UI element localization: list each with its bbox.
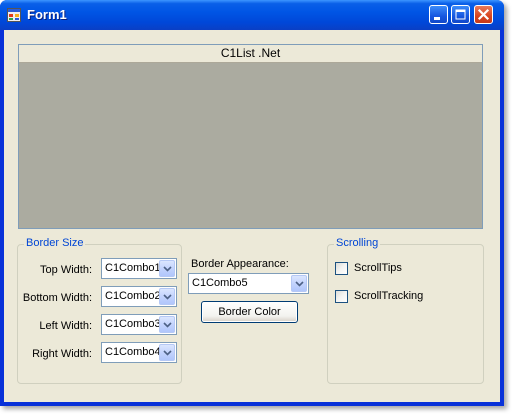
bottom-width-combo[interactable]: C1Combo2 xyxy=(101,286,177,307)
border-size-legend: Border Size xyxy=(24,237,86,249)
chevron-down-icon xyxy=(163,294,172,300)
bottom-width-combo-value: C1Combo2 xyxy=(105,290,161,302)
chevron-down-icon xyxy=(163,322,172,328)
chevron-down-icon xyxy=(295,281,304,287)
maximize-icon xyxy=(455,9,466,20)
border-appearance-combo[interactable]: C1Combo5 xyxy=(188,273,309,294)
form-window: Form1 C1List .Net Border Size Top Width:… xyxy=(0,0,504,406)
scrolltips-label[interactable]: ScrollTips xyxy=(354,262,402,274)
top-width-label: Top Width: xyxy=(40,264,92,276)
scrolling-group: Scrolling ScrollTips ScrollTracking xyxy=(327,237,484,384)
left-width-label: Left Width: xyxy=(39,320,92,332)
border-appearance-combo-value: C1Combo5 xyxy=(192,277,248,289)
minimize-button[interactable] xyxy=(429,5,448,24)
minimize-icon xyxy=(434,17,440,20)
title-bar[interactable]: Form1 xyxy=(0,0,504,30)
left-width-combo-dropdown[interactable] xyxy=(159,316,175,333)
c1list-grid[interactable]: C1List .Net xyxy=(18,44,483,229)
border-size-group: Border Size Top Width: C1Combo1 Bottom W… xyxy=(17,237,182,384)
grid-caption: C1List .Net xyxy=(19,45,482,63)
bottom-width-label: Bottom Width: xyxy=(22,292,92,304)
border-color-button[interactable]: Border Color xyxy=(201,301,298,323)
left-width-combo[interactable]: C1Combo3 xyxy=(101,314,177,335)
right-width-combo[interactable]: C1Combo4 xyxy=(101,342,177,363)
top-width-combo-dropdown[interactable] xyxy=(159,260,175,277)
scrolltips-checkbox[interactable] xyxy=(335,262,348,275)
right-width-label: Right Width: xyxy=(32,348,92,360)
close-icon xyxy=(477,8,490,21)
top-width-combo-value: C1Combo1 xyxy=(105,262,161,274)
top-width-combo[interactable]: C1Combo1 xyxy=(101,258,177,279)
chevron-down-icon xyxy=(163,350,172,356)
chevron-down-icon xyxy=(163,266,172,272)
border-appearance-combo-dropdown[interactable] xyxy=(291,275,307,292)
border-appearance-label: Border Appearance: xyxy=(191,258,289,270)
scrolltracking-checkbox[interactable] xyxy=(335,290,348,303)
form-client-area: C1List .Net Border Size Top Width: C1Com… xyxy=(4,30,500,402)
right-width-combo-dropdown[interactable] xyxy=(159,344,175,361)
left-width-combo-value: C1Combo3 xyxy=(105,318,161,330)
close-button[interactable] xyxy=(474,5,493,24)
scrolling-legend: Scrolling xyxy=(334,237,381,249)
window-title: Form1 xyxy=(27,7,67,22)
right-width-combo-value: C1Combo4 xyxy=(105,346,161,358)
maximize-button[interactable] xyxy=(451,5,470,24)
scrolltracking-label[interactable]: ScrollTracking xyxy=(354,290,423,302)
bottom-width-combo-dropdown[interactable] xyxy=(159,288,175,305)
app-icon xyxy=(7,8,21,22)
